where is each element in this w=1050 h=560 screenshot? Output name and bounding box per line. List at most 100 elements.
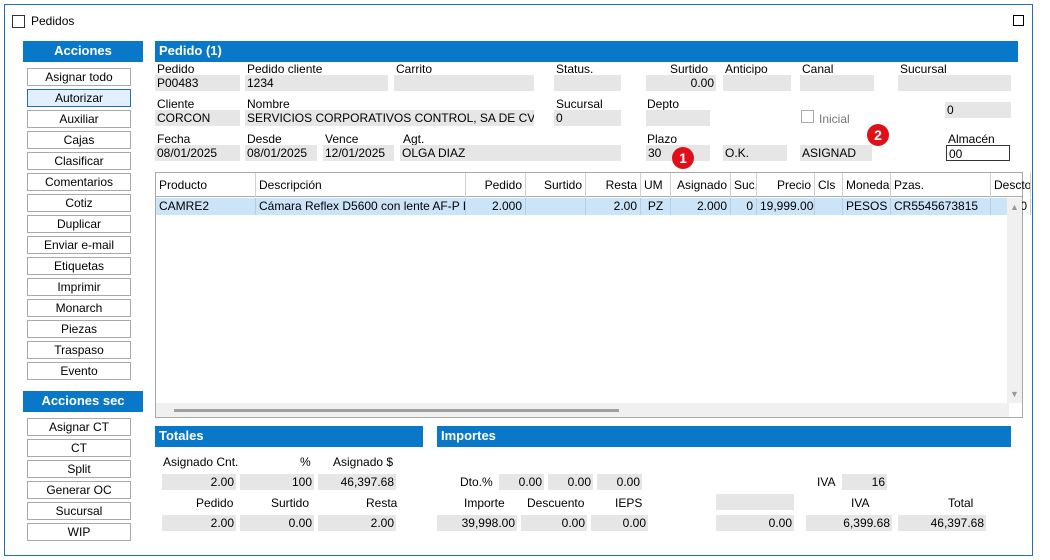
percent-field[interactable]: 100: [240, 474, 314, 490]
acciones-button-imprimir[interactable]: Imprimir: [27, 278, 131, 296]
maximize-button[interactable]: [1013, 15, 1024, 26]
acciones-button-clasificar[interactable]: Clasificar: [27, 152, 131, 170]
table-cell[interactable]: 0: [731, 198, 757, 215]
acciones-sec-button-sucursal[interactable]: Sucursal: [27, 502, 131, 520]
total-field[interactable]: 46,397.68: [898, 515, 986, 531]
table-cell[interactable]: [815, 198, 843, 215]
acciones-sec-button-ct[interactable]: CT: [27, 439, 131, 457]
asignad-field[interactable]: ASIGNAD: [800, 145, 872, 161]
asignado-cnt-field[interactable]: 2.00: [162, 474, 236, 490]
sucursal-field[interactable]: [898, 75, 1011, 91]
ieps-field[interactable]: 0.00: [591, 515, 648, 531]
scroll-down-icon[interactable]: ▼: [1010, 389, 1019, 399]
canal-field[interactable]: [800, 75, 874, 91]
table-cell[interactable]: 2.000: [466, 198, 526, 215]
table-cell[interactable]: 2.00: [586, 198, 641, 215]
acciones-sec-header: Acciones sec: [23, 391, 143, 412]
desde-label: Desde: [247, 132, 282, 146]
agt-field[interactable]: OLGA DIAZ: [400, 145, 621, 161]
anticipo-field[interactable]: [723, 75, 791, 91]
acciones-button-comentarios[interactable]: Comentarios: [27, 173, 131, 191]
column-header-pedido[interactable]: Pedido: [466, 173, 526, 197]
descuento-field[interactable]: 0.00: [521, 515, 587, 531]
inicial-checkbox[interactable]: [801, 110, 814, 123]
acciones-sec-button-generar-oc[interactable]: Generar OC: [27, 481, 131, 499]
vence-field[interactable]: 12/01/2025: [323, 145, 394, 161]
pedido-cliente-field[interactable]: 1234: [245, 75, 388, 91]
fecha-field[interactable]: 08/01/2025: [155, 145, 240, 161]
desde-field[interactable]: 08/01/2025: [245, 145, 317, 161]
percent-label: %: [300, 455, 311, 469]
acciones-button-traspaso[interactable]: Traspaso: [27, 341, 131, 359]
surtido-field[interactable]: 0.00: [646, 75, 716, 91]
cliente-field[interactable]: CORCON: [155, 110, 240, 126]
pedido-field[interactable]: P00483: [155, 75, 240, 91]
acciones-button-asignar-todo[interactable]: Asignar todo: [27, 68, 131, 86]
iva-rate-field[interactable]: 16: [842, 474, 887, 490]
column-header-surtido[interactable]: Surtido: [526, 173, 586, 197]
scroll-up-icon[interactable]: ▲: [1010, 202, 1019, 212]
column-header-cls[interactable]: Cls: [815, 173, 843, 197]
ok-field[interactable]: O.K.: [723, 145, 787, 161]
dto-field-3[interactable]: 0.00: [597, 474, 642, 490]
horizontal-scrollbar[interactable]: [156, 403, 1009, 417]
table-cell[interactable]: CR5545673815: [891, 198, 991, 215]
surtido-total-field[interactable]: 0.00: [240, 515, 314, 531]
column-header-moneda[interactable]: Moneda: [843, 173, 891, 197]
acciones-sec-button-wip[interactable]: WIP: [27, 523, 131, 541]
iva-field[interactable]: 6,399.68: [806, 515, 892, 531]
column-header-precio[interactable]: Precio: [757, 173, 815, 197]
acciones-button-enviar-e-mail[interactable]: Enviar e-mail: [27, 236, 131, 254]
horizontal-scroll-thumb[interactable]: [174, 409, 619, 412]
table-row[interactable]: CAMRE2 Cámara Reflex D5600 con lente AF-P…: [156, 198, 1031, 215]
acciones-button-autorizar[interactable]: Autorizar: [27, 89, 131, 107]
column-header-um[interactable]: UM: [641, 173, 671, 197]
acciones-button-duplicar[interactable]: Duplicar: [27, 215, 131, 233]
table-cell[interactable]: Cámara Reflex D5600 con lente AF-P D: [256, 198, 466, 215]
depto-field[interactable]: [646, 110, 710, 126]
table-cell[interactable]: [526, 198, 586, 215]
acciones-button-evento[interactable]: Evento: [27, 362, 131, 380]
column-header-pzas-[interactable]: Pzas.: [891, 173, 991, 197]
almacen-input[interactable]: 00: [946, 145, 1010, 161]
asignado-amount-field[interactable]: 46,397.68: [318, 474, 396, 490]
column-header-suc-[interactable]: Suc.: [731, 173, 757, 197]
column-header-descripci-n[interactable]: Descripción: [256, 173, 466, 197]
table-cell[interactable]: CAMRE2: [156, 198, 256, 215]
carrito-field[interactable]: [394, 75, 534, 91]
acciones-sec-button-asignar-ct[interactable]: Asignar CT: [27, 418, 131, 436]
acciones-sec-button-split[interactable]: Split: [27, 460, 131, 478]
dto-field-2[interactable]: 0.00: [548, 474, 593, 490]
table-cell[interactable]: PZ: [641, 198, 671, 215]
resta-total-field[interactable]: 2.00: [318, 515, 396, 531]
anticipo-label: Anticipo: [725, 62, 768, 76]
table-cell[interactable]: 2.000: [671, 198, 731, 215]
pedido-header: Pedido (1): [155, 41, 1018, 62]
nombre-field[interactable]: SERVICIOS CORPORATIVOS CONTROL, SA DE CV: [245, 110, 534, 126]
pedido-total-field[interactable]: 2.00: [162, 515, 236, 531]
acciones-button-monarch[interactable]: Monarch: [27, 299, 131, 317]
column-header-descto[interactable]: Descto: [991, 173, 1031, 197]
surtido-total-label: Surtido: [271, 496, 310, 510]
sucursal2-field[interactable]: 0: [554, 110, 621, 126]
status-label: Status.: [556, 62, 594, 76]
table-cell[interactable]: 19,999.000: [757, 198, 815, 215]
status-field[interactable]: [554, 75, 621, 91]
acciones-button-etiquetas[interactable]: Etiquetas: [27, 257, 131, 275]
blank-field[interactable]: [716, 494, 794, 510]
title-bar: Pedidos: [5, 5, 1032, 35]
dto-field-1[interactable]: 0.00: [499, 474, 544, 490]
right-value-field[interactable]: 0: [945, 102, 1011, 118]
importe-field[interactable]: 39,998.00: [437, 515, 517, 531]
column-header-resta[interactable]: Resta: [586, 173, 641, 197]
column-header-asignado[interactable]: Asignado: [671, 173, 731, 197]
acciones-button-cotiz[interactable]: Cotiz: [27, 194, 131, 212]
acciones-button-auxiliar[interactable]: Auxiliar: [27, 110, 131, 128]
extra-field[interactable]: 0.00: [716, 515, 794, 531]
vertical-scrollbar[interactable]: ▲ ▼: [1007, 198, 1022, 403]
column-header-producto[interactable]: Producto: [156, 173, 256, 197]
table-cell[interactable]: PESOS: [843, 198, 891, 215]
acciones-button-cajas[interactable]: Cajas: [27, 131, 131, 149]
acciones-button-piezas[interactable]: Piezas: [27, 320, 131, 338]
window-title: Pedidos: [31, 14, 75, 28]
